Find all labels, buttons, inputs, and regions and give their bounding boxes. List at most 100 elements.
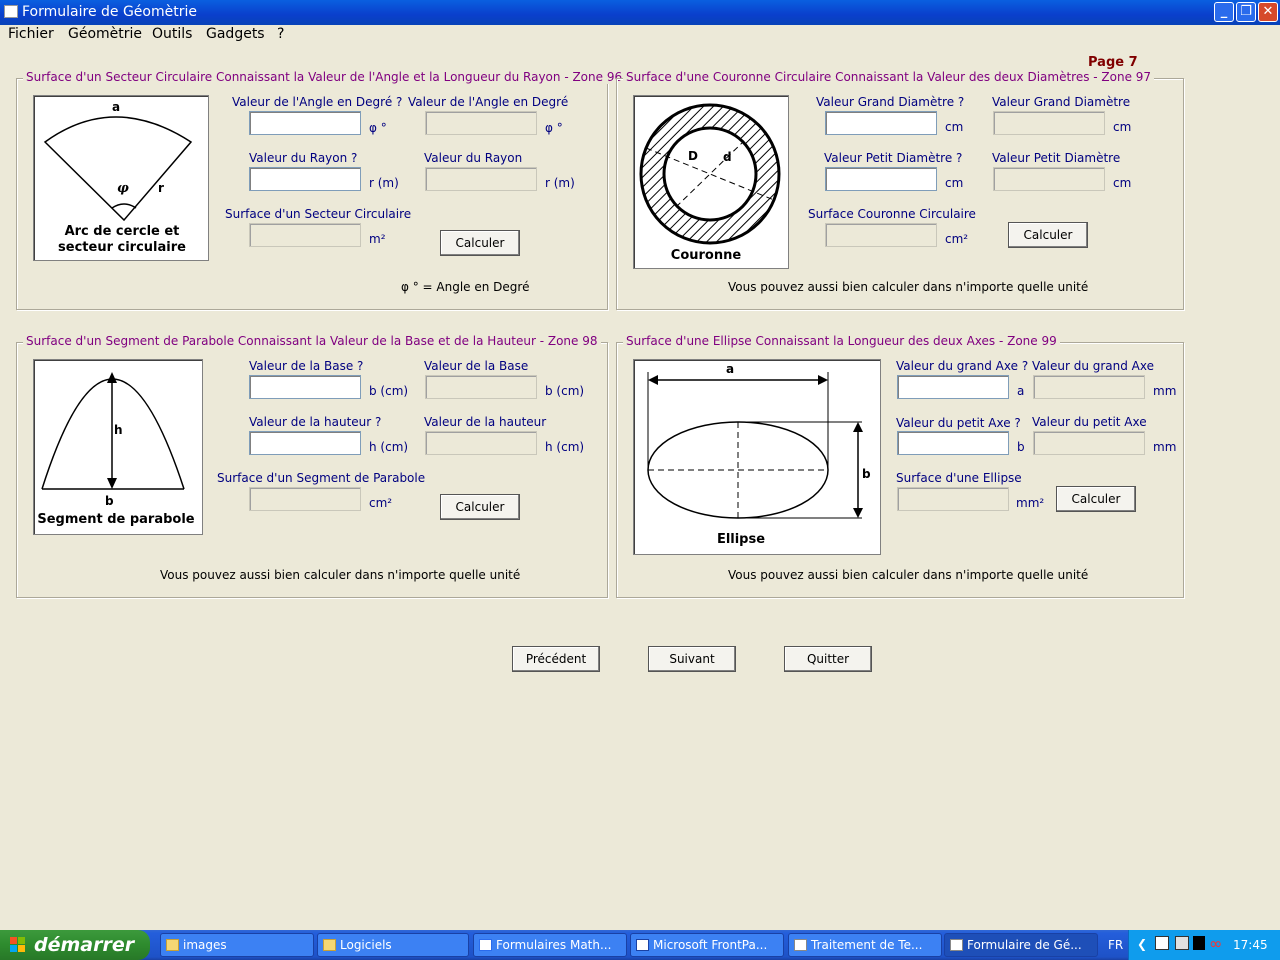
ellipse-result xyxy=(897,487,1009,511)
minor-axis-input[interactable] xyxy=(897,431,1009,455)
zone98-legend: Surface d'un Segment de Parabole Connais… xyxy=(23,334,601,348)
task-images[interactable]: images xyxy=(160,933,314,957)
quit-button[interactable]: Quitter xyxy=(784,646,872,672)
clock: 17:45 xyxy=(1233,938,1268,952)
menu-outils[interactable]: Outils xyxy=(152,26,192,42)
windows-logo-icon xyxy=(10,937,26,953)
zone98-note: Vous pouvez aussi bien calculer dans n'i… xyxy=(160,568,521,582)
window-title: Formulaire de Géomètrie xyxy=(22,4,197,20)
task-frontpage[interactable]: Microsoft FrontPa... xyxy=(630,933,784,957)
menu-gadgets[interactable]: Gadgets xyxy=(206,26,265,42)
task-formulaire-geometrie[interactable]: Formulaire de Gé... xyxy=(944,933,1098,957)
height-input[interactable] xyxy=(249,431,361,455)
frontpage-icon xyxy=(636,939,649,951)
angle-input[interactable] xyxy=(249,111,361,135)
minimize-button[interactable]: _ xyxy=(1214,2,1234,22)
ellipse-caption: Ellipse xyxy=(717,532,765,547)
angle-unit: φ ° xyxy=(369,121,387,135)
task-formulaires-math[interactable]: Formulaires Math... xyxy=(473,933,627,957)
page-number: Page 7 xyxy=(1088,55,1138,70)
sector-label-phi: φ xyxy=(117,181,129,196)
menu-geometrie[interactable]: Géomètrie xyxy=(68,26,142,42)
sector-label-r: r xyxy=(158,181,164,195)
crown-result-unit: cm² xyxy=(945,232,969,246)
close-button[interactable]: ✕ xyxy=(1258,2,1278,22)
zone99-note: Vous pouvez aussi bien calculer dans n'i… xyxy=(728,568,1089,582)
minor-axis-out-unit: mm xyxy=(1153,440,1177,454)
radius-output-label: Valeur du Rayon xyxy=(424,151,523,165)
app-icon[interactable] xyxy=(4,5,18,18)
title-bar[interactable]: Formulaire de Géomètrie _ ❐ ✕ xyxy=(0,0,1280,25)
task-label: images xyxy=(183,938,227,952)
app-window-icon xyxy=(950,939,963,951)
zone97-calculate-button[interactable]: Calculer xyxy=(1008,222,1088,248)
crown-label-d: d xyxy=(723,150,732,164)
network-icon[interactable] xyxy=(1155,936,1169,950)
sector-caption-2: secteur circulaire xyxy=(58,240,186,255)
base-input[interactable] xyxy=(249,375,361,399)
base-output-label: Valeur de la Base xyxy=(424,359,529,373)
previous-button[interactable]: Précédent xyxy=(512,646,600,672)
start-button[interactable]: démarrer xyxy=(0,930,150,960)
base-input-label: Valeur de la Base ? xyxy=(249,359,364,373)
big-diameter-output-label: Valeur Grand Diamètre xyxy=(992,95,1131,109)
folder-icon xyxy=(323,939,336,951)
zone99-legend: Surface d'une Ellipse Connaissant la Lon… xyxy=(623,334,1060,348)
zone98-calculate-button[interactable]: Calculer xyxy=(440,494,520,520)
printer-icon[interactable] xyxy=(1175,936,1189,950)
radius-unit: r (m) xyxy=(369,176,399,190)
parabola-label-b: b xyxy=(105,494,114,508)
maximize-button[interactable]: ❐ xyxy=(1236,2,1256,22)
task-traitement-texte[interactable]: Traitement de Te... xyxy=(788,933,942,957)
parabola-label-h: h xyxy=(114,423,123,437)
angle-out-unit: φ ° xyxy=(545,121,563,135)
ellipse-label-b: b xyxy=(862,467,871,481)
angle-output xyxy=(425,111,537,135)
crown-result xyxy=(825,223,937,247)
task-logiciels[interactable]: Logiciels xyxy=(317,933,469,957)
messenger-icon[interactable]: ∞ xyxy=(1209,934,1222,953)
crown-result-label: Surface Couronne Circulaire xyxy=(808,207,976,221)
security-icon[interactable] xyxy=(1193,936,1205,950)
folder-icon xyxy=(166,939,179,951)
zone99-calculate-button[interactable]: Calculer xyxy=(1056,486,1136,512)
parabola-caption: Segment de parabole xyxy=(37,512,194,527)
next-button[interactable]: Suivant xyxy=(648,646,736,672)
small-diameter-unit: cm xyxy=(945,176,964,190)
height-output-label: Valeur de la hauteur xyxy=(424,415,547,429)
big-diameter-unit: cm xyxy=(945,120,964,134)
task-label: Microsoft FrontPa... xyxy=(653,938,768,952)
tray-expand-icon[interactable]: ❮ xyxy=(1137,937,1147,951)
big-diameter-input[interactable] xyxy=(825,111,937,135)
ellipse-label-a: a xyxy=(726,362,734,376)
major-axis-input[interactable] xyxy=(897,375,1009,399)
angle-note: φ ° = Angle en Degré xyxy=(401,280,530,294)
language-indicator[interactable]: FR xyxy=(1108,938,1123,952)
radius-input-label: Valeur du Rayon ? xyxy=(249,151,358,165)
minor-axis-output-label: Valeur du petit Axe xyxy=(1032,415,1147,429)
menu-fichier[interactable]: Fichier xyxy=(8,26,54,42)
sector-result-label: Surface d'un Secteur Circulaire xyxy=(225,207,412,221)
crown-label-D: D xyxy=(688,149,698,163)
zone96-calculate-button[interactable]: Calculer xyxy=(440,230,520,256)
sector-result-unit: m² xyxy=(369,232,386,246)
radius-input[interactable] xyxy=(249,167,361,191)
big-diameter-output xyxy=(993,111,1105,135)
major-axis-input-label: Valeur du grand Axe ? xyxy=(896,359,1029,373)
small-diameter-output-label: Valeur Petit Diamètre xyxy=(992,151,1121,165)
sector-result xyxy=(249,223,361,247)
start-label: démarrer xyxy=(34,934,135,956)
ellipse-result-label: Surface d'une Ellipse xyxy=(896,471,1022,485)
app-window-icon xyxy=(794,939,807,951)
base-out-unit: b (cm) xyxy=(545,384,585,398)
radius-output xyxy=(425,167,537,191)
zone99-group: Surface d'une Ellipse Connaissant la Lon… xyxy=(616,334,1184,598)
parabola-result-label: Surface d'un Segment de Parabole xyxy=(217,471,426,485)
major-axis-output-label: Valeur du grand Axe xyxy=(1032,359,1155,373)
small-diameter-input[interactable] xyxy=(825,167,937,191)
menu-help[interactable]: ? xyxy=(277,26,284,42)
ellipse-figure: a b Ellipse xyxy=(633,359,881,555)
sector-figure: a φ r Arc de cercle et secteur circulair… xyxy=(33,95,209,261)
big-diameter-out-unit: cm xyxy=(1113,120,1132,134)
sector-label-a: a xyxy=(112,100,120,114)
